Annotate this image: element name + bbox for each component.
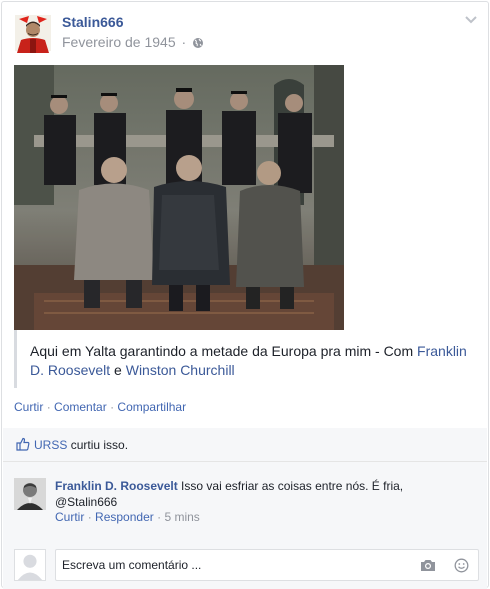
comments-section: Franklin D. Roosevelt Isso vai esfriar a… bbox=[3, 462, 487, 589]
author-name[interactable]: Stalin666 bbox=[62, 14, 123, 30]
commenter-avatar[interactable] bbox=[14, 478, 46, 510]
chevron-down-icon[interactable] bbox=[464, 14, 478, 26]
comment-actions: Curtir · Responder · 5 mins bbox=[55, 510, 200, 524]
comment-input[interactable]: Escreva um comentário ... bbox=[55, 549, 479, 581]
likes-text: URSS curtiu isso. bbox=[34, 438, 128, 452]
comment-author[interactable]: Franklin D. Roosevelt bbox=[55, 479, 178, 493]
post-actions: Curtir · Comentar · Compartilhar bbox=[14, 400, 186, 414]
author-avatar[interactable] bbox=[13, 13, 53, 53]
comment-button[interactable]: Comentar bbox=[54, 400, 107, 414]
camera-icon[interactable] bbox=[420, 559, 436, 572]
smiley-icon[interactable] bbox=[454, 558, 469, 573]
post-text: Aqui em Yalta garantindo a metade da Eur… bbox=[14, 330, 476, 388]
like-button[interactable]: Curtir bbox=[14, 400, 43, 414]
user-avatar bbox=[14, 549, 46, 581]
post-photo[interactable] bbox=[14, 65, 344, 330]
post-date[interactable]: Fevereiro de 1945 bbox=[62, 34, 176, 50]
post-text-conj: e bbox=[114, 362, 122, 378]
meta-separator: · bbox=[181, 34, 187, 50]
comment-time[interactable]: 5 mins bbox=[164, 510, 199, 524]
actions-separator: · bbox=[110, 400, 115, 414]
comment-separator: · bbox=[157, 510, 162, 524]
post-card: Stalin666 Fevereiro de 1945 · Aqui em Ya… bbox=[1, 1, 489, 589]
comment-like-button[interactable]: Curtir bbox=[55, 510, 84, 524]
globe-icon[interactable] bbox=[192, 37, 204, 49]
actions-separator: · bbox=[46, 400, 51, 414]
post-text-prefix: Aqui em Yalta garantindo a metade da Eur… bbox=[30, 343, 414, 359]
likes-suffix: curtiu isso. bbox=[70, 438, 129, 452]
comment-body: Franklin D. Roosevelt Isso vai esfriar a… bbox=[55, 478, 435, 510]
tag-churchill[interactable]: Winston Churchill bbox=[126, 362, 235, 378]
share-button[interactable]: Compartilhar bbox=[117, 400, 186, 414]
likes-bar: URSS curtiu isso. bbox=[3, 428, 487, 461]
post-meta: Fevereiro de 1945 · bbox=[62, 34, 204, 50]
thumbs-up-icon bbox=[16, 437, 30, 451]
reply-button[interactable]: Responder bbox=[95, 510, 154, 524]
comment-separator: · bbox=[87, 510, 92, 524]
liker-link[interactable]: URSS bbox=[34, 438, 67, 452]
